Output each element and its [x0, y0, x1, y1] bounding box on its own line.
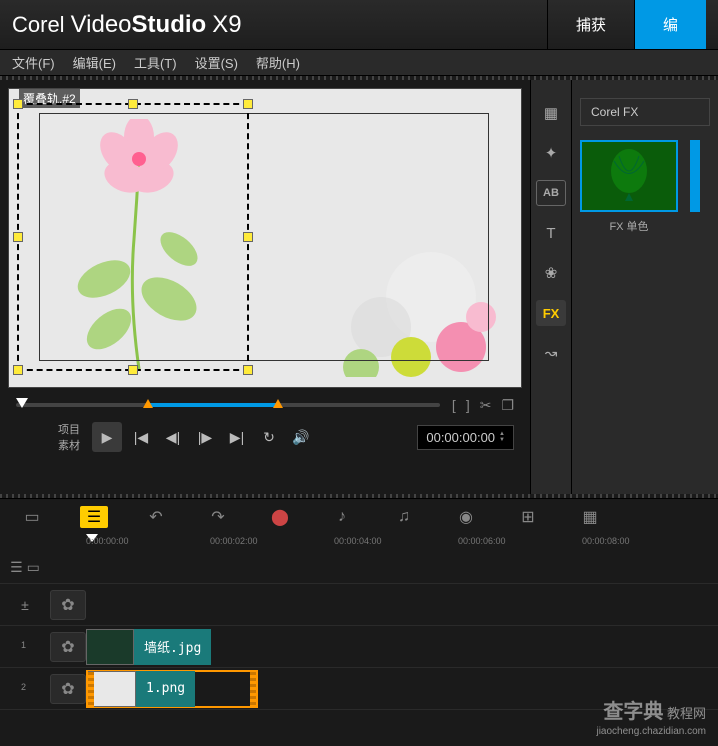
prop-icon[interactable]: ❐	[501, 397, 514, 414]
fx-item-partial[interactable]	[690, 140, 700, 212]
text-tool-icon[interactable]: T	[536, 220, 566, 246]
balloon-icon	[599, 146, 659, 206]
preview-panel[interactable]: 覆叠轨.#2	[8, 88, 522, 388]
menu-settings[interactable]: 设置(S)	[195, 53, 238, 72]
fx-category-header[interactable]: Corel FX	[580, 98, 710, 126]
menu-edit[interactable]: 编辑(E)	[73, 53, 116, 72]
mark-out-icon[interactable]: ]	[466, 397, 470, 414]
tab-capture[interactable]: 捕获	[547, 0, 634, 49]
media-tab-icon[interactable]: ▦	[536, 100, 566, 126]
prev-frame-button[interactable]: ◀|	[160, 424, 186, 450]
reel-icon[interactable]: ✿	[50, 590, 86, 620]
scrubber-range[interactable]	[146, 403, 276, 407]
next-frame-button[interactable]: |▶	[192, 424, 218, 450]
record-button[interactable]: ⬤	[266, 506, 294, 528]
clip-wallpaper[interactable]: 墙纸.jpg	[86, 628, 258, 666]
transition-tab-icon[interactable]: ✦	[536, 140, 566, 166]
track-controls[interactable]: ☰ ▭	[0, 559, 50, 576]
storyboard-view-button[interactable]: ▭	[18, 506, 46, 528]
app-logo: Corel VideoStudio X9	[12, 11, 242, 39]
menu-help[interactable]: 帮助(H)	[256, 53, 300, 72]
clip-label: 1.png	[136, 671, 195, 707]
undo-button[interactable]: ↶	[142, 506, 170, 528]
end-button[interactable]: ▶|	[224, 424, 250, 450]
graphic-tab-icon[interactable]: ❀	[536, 260, 566, 286]
video-track-header[interactable]: ±	[0, 597, 50, 613]
fx-item-label: FX 单色	[580, 218, 678, 234]
auto-music-button[interactable]: ♫	[390, 506, 418, 528]
clip-thumbnail	[88, 671, 136, 707]
title-tab-icon[interactable]: AB	[536, 180, 566, 206]
product-text: VideoStudio	[71, 11, 207, 39]
scrubber-track[interactable]	[16, 403, 440, 407]
mark-out[interactable]	[273, 399, 283, 408]
redo-button[interactable]: ↷	[204, 506, 232, 528]
audio-mixer-button[interactable]: ♪	[328, 506, 356, 528]
volume-button[interactable]: 🔊	[288, 424, 314, 450]
multi-view-button[interactable]: ▦	[576, 506, 604, 528]
home-button[interactable]: |◀	[128, 424, 154, 450]
timeline-view-button[interactable]: ☰	[80, 506, 108, 528]
repeat-button[interactable]: ↻	[256, 424, 282, 450]
menu-file[interactable]: 文件(F)	[12, 53, 55, 72]
brand-text: Corel	[12, 12, 65, 38]
watermark: 查字典 教程网 jiaocheng.chazidian.com	[596, 699, 706, 738]
overlay-selection[interactable]	[17, 103, 249, 371]
version-text: X9	[212, 11, 241, 39]
cut-icon[interactable]: ✂	[480, 397, 492, 414]
fx-item-monochrome[interactable]: FX 单色	[580, 140, 678, 234]
playback-mode-labels[interactable]: 项目 素材	[58, 421, 80, 453]
clip-label: 墙纸.jpg	[134, 629, 211, 665]
mark-in[interactable]	[143, 399, 153, 408]
marker-button[interactable]: ◉	[452, 506, 480, 528]
path-tab-icon[interactable]: ↝	[536, 340, 566, 366]
timeline-ruler[interactable]: 0:00:00:00 00:00:02:00 00:00:04:00 00:00…	[0, 534, 718, 552]
timecode-spinner[interactable]: ▲▼	[499, 431, 505, 443]
reel-icon[interactable]: ✿	[50, 632, 86, 662]
mark-in-icon[interactable]: [	[452, 397, 456, 414]
clip-flower-selected[interactable]: 1.png	[86, 670, 258, 708]
scrubber-playhead[interactable]	[16, 398, 28, 408]
reel-icon[interactable]: ✿	[50, 674, 86, 704]
tab-edit[interactable]: 编	[634, 0, 706, 49]
fx-tab-icon[interactable]: FX	[536, 300, 566, 326]
timecode-display[interactable]: 00:00:00:00 ▲▼	[417, 425, 514, 450]
menu-tools[interactable]: 工具(T)	[134, 53, 177, 72]
play-button[interactable]: ▶	[92, 422, 122, 452]
track-manager-button[interactable]: ⊞	[514, 506, 542, 528]
clip-thumbnail	[86, 629, 134, 665]
